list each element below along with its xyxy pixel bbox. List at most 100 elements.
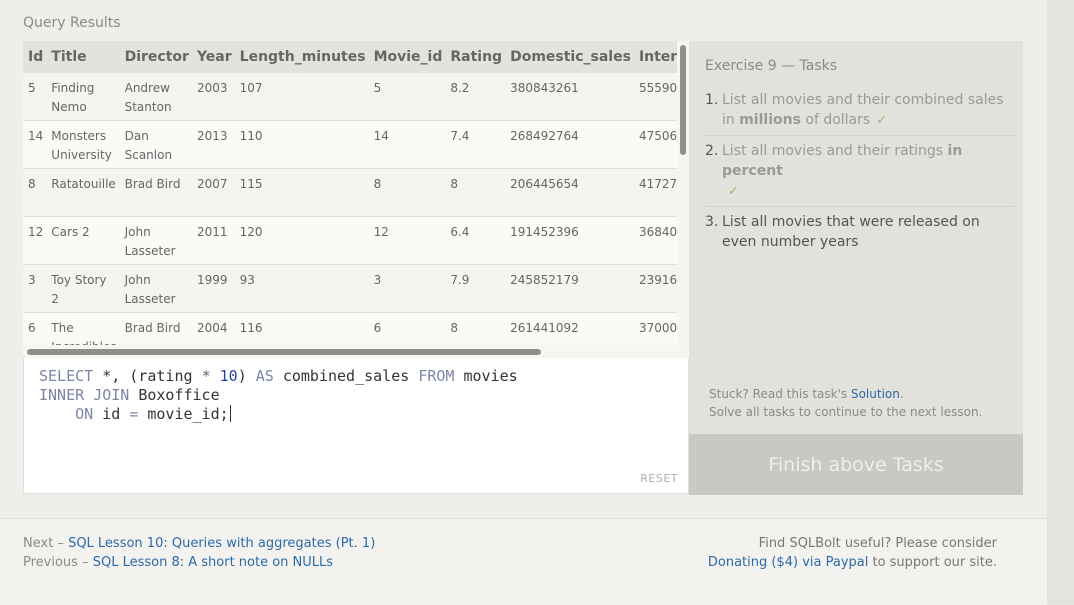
results-title: Query Results — [23, 15, 121, 31]
tasks-panel: Exercise 9 — Tasks 1. List all movies an… — [689, 41, 1023, 434]
help-text-part: . — [899, 387, 904, 401]
cell-length: 93 — [235, 264, 370, 313]
donate-link[interactable]: Donating ($4) via Paypal — [708, 555, 868, 570]
cell-movie-id: 12 — [369, 216, 447, 265]
cell-movie-id: 6 — [369, 312, 447, 345]
results-table-container: Id Title Director Year Length_minutes Mo… — [23, 41, 677, 345]
sql-operator: = — [129, 405, 139, 423]
cell-id: 8 — [23, 168, 48, 217]
cell-length: 115 — [235, 168, 370, 217]
support-text: to support our site. — [868, 555, 997, 570]
column-header: Year — [196, 49, 232, 65]
task-text: List all movies that were released on ev… — [722, 214, 980, 250]
text-caret — [229, 405, 231, 422]
cell-title: Monsters University — [47, 120, 121, 169]
cell-id: 5 — [23, 73, 48, 121]
sql-editor[interactable]: SELECT *, (rating * 10) AS combined_sale… — [23, 358, 689, 494]
task-number: 3. — [705, 214, 719, 230]
table-row: 12 Cars 2 John Lasseter 2011 120 12 6.4 … — [23, 216, 677, 265]
solution-link[interactable]: Solution — [851, 387, 900, 401]
task-number: 2. — [705, 143, 719, 159]
cell-international-sales: 239163000 — [634, 264, 677, 313]
cell-rating: 8 — [446, 312, 507, 345]
cell-domestic-sales: 261441092 — [506, 312, 635, 345]
task-item: 3. List all movies that were released on… — [705, 212, 1015, 256]
check-icon: ✓ — [728, 184, 739, 199]
cell-movie-id: 14 — [369, 120, 447, 169]
cell-year: 2007 — [192, 168, 236, 217]
cell-rating: 6.4 — [446, 216, 507, 265]
task-item: 2. List all movies and their ratings in … — [705, 141, 1015, 207]
cell-title: The Incredibles — [47, 312, 121, 345]
sql-text: id — [93, 405, 130, 423]
cell-director: Brad Bird — [120, 312, 193, 345]
cell-domestic-sales: 206445654 — [506, 168, 635, 217]
table-header-row: Id Title Director Year Length_minutes Mo… — [23, 41, 677, 73]
task-text: List all movies and their combined sales… — [722, 90, 1015, 131]
cell-international-sales: 555900000 — [634, 73, 677, 121]
task-text-bold: millions — [739, 112, 801, 128]
next-prefix: Next – — [23, 536, 69, 551]
reset-button[interactable]: RESET — [640, 472, 678, 485]
horizontal-scroll-thumb[interactable] — [27, 349, 541, 355]
support-text: Find SQLBolt useful? Please consider — [758, 536, 997, 551]
table-row: 14 Monsters University Dan Scanlon 2013 … — [23, 120, 677, 169]
column-header: Title — [51, 49, 87, 65]
sql-code[interactable]: SELECT *, (rating * 10) AS combined_sale… — [39, 367, 518, 424]
sql-keyword: FROM — [418, 367, 455, 385]
cell-domestic-sales: 245852179 — [506, 264, 635, 313]
cell-director: John Lasseter — [120, 264, 193, 313]
cell-rating: 7.4 — [446, 120, 507, 169]
sql-text: Boxoffice — [129, 386, 220, 404]
column-header: International_sa — [638, 49, 677, 65]
next-lesson-link[interactable]: SQL Lesson 10: Queries with aggregates (… — [68, 536, 375, 551]
check-icon: ✓ — [876, 113, 888, 128]
column-header: Id — [28, 49, 44, 65]
column-header: Director — [124, 49, 189, 65]
sql-operator: * — [201, 367, 211, 385]
previous-prefix: Previous – — [23, 555, 93, 570]
cell-year: 1999 — [192, 264, 236, 313]
sql-text: *, (rating — [93, 367, 202, 385]
cell-length: 120 — [235, 216, 370, 265]
column-header: Domestic_sales — [510, 49, 631, 65]
cell-international-sales: 370001000 — [634, 312, 677, 345]
table-row: 6 The Incredibles Brad Bird 2004 116 6 8… — [23, 312, 677, 345]
cell-rating: 8.2 — [446, 73, 507, 121]
table-row: 8 Ratatouille Brad Bird 2007 115 8 8 206… — [23, 168, 677, 217]
sql-number: 10 — [219, 367, 238, 385]
column-header: Length_minutes — [239, 49, 366, 65]
support-message: Find SQLBolt useful? Please consider Don… — [708, 534, 997, 572]
cell-year: 2013 — [192, 120, 236, 169]
cell-rating: 7.9 — [446, 264, 507, 313]
cell-length: 110 — [235, 120, 370, 169]
previous-lesson-link[interactable]: SQL Lesson 8: A short note on NULLs — [93, 555, 333, 570]
cell-title: Finding Nemo — [47, 73, 121, 121]
cell-title: Toy Story 2 — [47, 264, 121, 313]
task-text-part: List all movies and their ratings — [722, 143, 948, 159]
cell-length: 107 — [235, 73, 370, 121]
lesson-navigation: Next – SQL Lesson 10: Queries with aggre… — [23, 534, 375, 572]
sql-indent — [39, 405, 75, 423]
cell-director: Brad Bird — [120, 168, 193, 217]
vertical-scrollbar[interactable] — [677, 41, 689, 345]
cell-domestic-sales: 191452396 — [506, 216, 635, 265]
cell-movie-id: 8 — [369, 168, 447, 217]
cell-international-sales: 475066843 — [634, 120, 677, 169]
column-header: Movie_id — [373, 49, 443, 65]
horizontal-scrollbar[interactable] — [23, 345, 689, 358]
sql-text: combined_sales — [273, 367, 419, 385]
cell-rating: 8 — [446, 168, 507, 217]
finish-tasks-button[interactable]: Finish above Tasks — [689, 434, 1023, 495]
vertical-scroll-thumb[interactable] — [680, 45, 686, 155]
task-list: 1. List all movies and their combined sa… — [705, 90, 1015, 261]
table-row: 5 Finding Nemo Andrew Stanton 2003 107 5… — [23, 73, 677, 121]
cell-id: 3 — [23, 264, 48, 313]
sql-keyword: ON — [75, 405, 94, 423]
cell-director: Dan Scanlon — [120, 120, 193, 169]
cell-title: Cars 2 — [47, 216, 121, 265]
column-header: Rating — [450, 49, 503, 65]
sql-text: ) — [237, 367, 256, 385]
cell-id: 12 — [23, 216, 48, 265]
